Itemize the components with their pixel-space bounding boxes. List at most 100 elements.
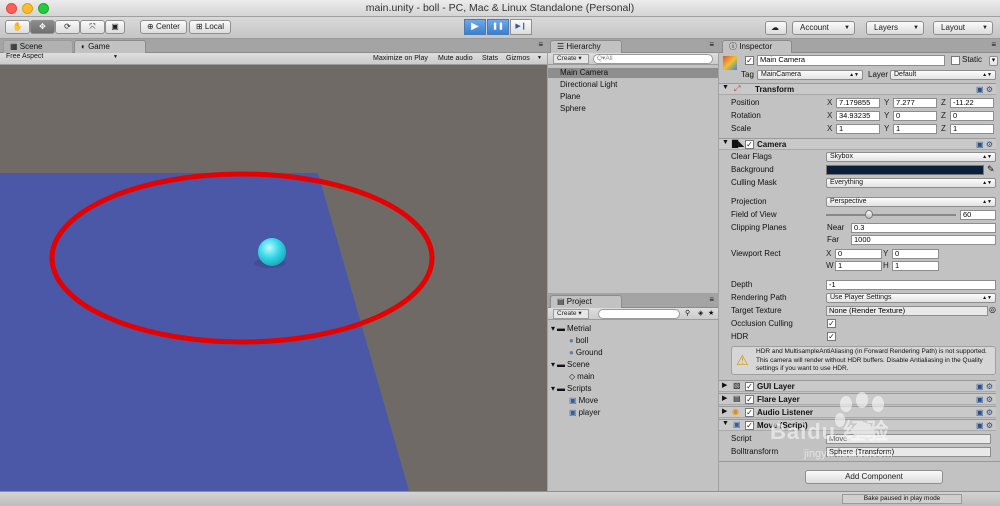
tab-inspector[interactable]: ⓘ Inspector	[722, 40, 792, 53]
scale-y-field[interactable]: 1	[893, 124, 937, 134]
audio-listener-checkbox[interactable]: ✓	[745, 408, 754, 417]
clear-flags-dropdown[interactable]: Skybox ▲▼	[826, 152, 996, 162]
component-settings-icon[interactable]: ▣ ⚙	[976, 421, 993, 431]
zoom-window-icon[interactable]	[38, 3, 49, 14]
filter-icon[interactable]: ⚲	[685, 308, 690, 319]
project-tree-item[interactable]: ▾ ▬ Scene	[551, 360, 590, 370]
bolltransform-field[interactable]: Sphere (Transform)	[826, 447, 991, 457]
rect-tool-icon[interactable]: ▣	[105, 20, 125, 34]
flare-layer-header[interactable]: ▶ ▤ ✓ Flare Layer ▣ ⚙	[719, 393, 996, 405]
project-tree-item[interactable]: ● boll	[569, 336, 588, 346]
gizmos-dropdown[interactable]: Gizmos	[506, 53, 530, 64]
tab-game[interactable]: ◐ Game	[74, 40, 146, 53]
hierarchy-item[interactable]: Main Camera	[548, 68, 718, 78]
flare-layer-checkbox[interactable]: ✓	[745, 395, 754, 404]
account-dropdown[interactable]: Account ▼	[792, 21, 855, 35]
pivot-local-button[interactable]: ⊞ Local	[189, 20, 231, 34]
viewport-y-field[interactable]: 0	[892, 249, 939, 259]
layout-dropdown[interactable]: Layout ▼	[933, 21, 993, 35]
tab-hierarchy[interactable]: ☰ Hierarchy	[550, 40, 622, 53]
move-script-checkbox[interactable]: ✓	[745, 421, 754, 430]
target-texture-field[interactable]: None (Render Texture)	[826, 306, 988, 316]
fov-slider-track[interactable]	[826, 214, 956, 216]
fov-field[interactable]: 60	[960, 210, 996, 220]
panel-menu-icon[interactable]: ≡	[709, 295, 714, 304]
viewport-w-field[interactable]: 1	[835, 261, 882, 271]
object-picker-icon[interactable]: ◎	[989, 305, 996, 314]
panel-menu-icon[interactable]: ≡	[538, 40, 543, 49]
camera-header[interactable]: ▼ ▇◣ ✓ Camera ▣ ⚙	[719, 138, 996, 150]
object-name-field[interactable]: Main Camera	[757, 55, 945, 66]
script-field[interactable]: Move	[826, 434, 991, 444]
gui-layer-checkbox[interactable]: ✓	[745, 382, 754, 391]
close-window-icon[interactable]	[6, 3, 17, 14]
culling-mask-dropdown[interactable]: Everything ▲▼	[826, 178, 996, 188]
game-viewport[interactable]	[0, 65, 547, 491]
rotation-x-field[interactable]: 34.93235	[836, 111, 880, 121]
label-filter-icon[interactable]: ◈	[698, 308, 703, 319]
rotation-z-field[interactable]: 0	[950, 111, 994, 121]
rotation-y-field[interactable]: 0	[893, 111, 937, 121]
active-checkbox[interactable]: ✓	[745, 56, 754, 65]
step-icon[interactable]: ▶❙	[510, 19, 532, 35]
stats-toggle[interactable]: Stats	[482, 53, 498, 64]
rendering-path-dropdown[interactable]: Use Player Settings ▲▼	[826, 293, 996, 303]
position-z-field[interactable]: -11.22	[950, 98, 994, 108]
panel-menu-icon[interactable]: ≡	[991, 40, 996, 49]
layers-dropdown[interactable]: Layers ▼	[866, 21, 924, 35]
rotate-tool-icon[interactable]: ⟳	[55, 20, 80, 34]
static-checkbox[interactable]	[951, 56, 960, 65]
aspect-dropdown[interactable]: Free Aspect ▼	[3, 53, 121, 63]
cloud-icon[interactable]: ☁	[765, 21, 787, 35]
background-color-swatch[interactable]	[826, 165, 984, 175]
far-field[interactable]: 1000	[851, 235, 996, 245]
depth-field[interactable]: -1	[826, 280, 996, 290]
hierarchy-search-input[interactable]: Q▾All	[593, 54, 713, 64]
hierarchy-item[interactable]: Directional Light	[560, 80, 617, 90]
scale-tool-icon[interactable]: ⤧	[80, 20, 105, 34]
viewport-h-field[interactable]: 1	[892, 261, 939, 271]
project-tree-item[interactable]: ● Ground	[569, 348, 603, 358]
add-component-button[interactable]: Add Component	[805, 470, 943, 484]
occlusion-checkbox[interactable]: ✓	[827, 319, 836, 328]
static-dropdown[interactable]: ▾	[989, 56, 998, 66]
component-settings-icon[interactable]: ▣ ⚙	[976, 382, 993, 392]
project-tree-item[interactable]: ▣ Move	[569, 396, 598, 406]
hierarchy-item[interactable]: Sphere	[560, 104, 586, 114]
pause-icon[interactable]: ❚❚	[487, 19, 509, 35]
project-tree-item[interactable]: ▾ ▬ Metrial	[551, 324, 591, 334]
position-y-field[interactable]: 7.277	[893, 98, 937, 108]
move-tool-icon[interactable]: ✥	[30, 20, 55, 34]
pivot-center-button[interactable]: ⊕ Center	[140, 20, 187, 34]
near-field[interactable]: 0.3	[851, 223, 996, 233]
hand-tool-icon[interactable]: ✋	[5, 20, 30, 34]
project-search-input[interactable]	[598, 309, 680, 319]
hierarchy-create-button[interactable]: Create ▾	[553, 54, 589, 64]
component-settings-icon[interactable]: ▣ ⚙	[976, 408, 993, 418]
layer-dropdown[interactable]: Default ▲▼	[890, 70, 996, 80]
transform-header[interactable]: ▼ ⤢ Transform ▣ ⚙	[719, 83, 996, 95]
gui-layer-header[interactable]: ▶ ▧ ✓ GUI Layer ▣ ⚙	[719, 380, 996, 392]
component-settings-icon[interactable]: ▣ ⚙	[976, 85, 993, 95]
camera-enabled-checkbox[interactable]: ✓	[745, 140, 754, 149]
tab-project[interactable]: ▤ Project	[550, 295, 622, 308]
favorite-icon[interactable]: ★	[708, 308, 714, 319]
hdr-checkbox[interactable]: ✓	[827, 332, 836, 341]
scale-z-field[interactable]: 1	[950, 124, 994, 134]
project-tree-item[interactable]: ◇ main	[569, 372, 595, 382]
play-icon[interactable]: ▶	[464, 19, 486, 35]
component-settings-icon[interactable]: ▣ ⚙	[976, 395, 993, 405]
project-tree-item[interactable]: ▣ player	[569, 408, 600, 418]
audio-listener-header[interactable]: ▶ ◉ ✓ Audio Listener ▣ ⚙	[719, 406, 996, 418]
project-create-button[interactable]: Create ▾	[553, 309, 589, 319]
scale-x-field[interactable]: 1	[836, 124, 880, 134]
move-script-header[interactable]: ▼ ▣ ✓ Move (Script) ▣ ⚙	[719, 419, 996, 431]
eyedropper-icon[interactable]: ✎	[987, 164, 995, 175]
minimize-window-icon[interactable]	[22, 3, 33, 14]
hierarchy-item[interactable]: Plane	[560, 92, 580, 102]
fov-slider-thumb[interactable]	[864, 210, 873, 219]
component-settings-icon[interactable]: ▣ ⚙	[976, 140, 993, 150]
projection-dropdown[interactable]: Perspective ▲▼	[826, 197, 996, 207]
project-tree-item[interactable]: ▾ ▬ Scripts	[551, 384, 591, 394]
maximize-on-play-toggle[interactable]: Maximize on Play	[373, 53, 428, 64]
